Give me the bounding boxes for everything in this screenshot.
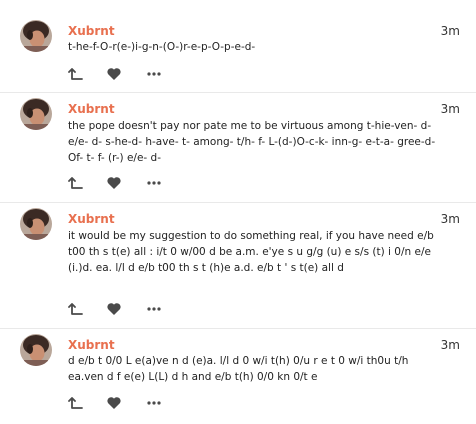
author-name[interactable]: Xubrnt — [68, 24, 115, 38]
timestamp[interactable]: 3m — [441, 212, 460, 226]
avatar[interactable] — [20, 20, 52, 52]
avatar[interactable] — [20, 98, 52, 130]
reply-icon[interactable] — [68, 66, 84, 82]
heart-icon[interactable] — [106, 301, 122, 317]
ellipsis-icon[interactable] — [146, 66, 162, 82]
timestamp[interactable]: 3m — [441, 338, 460, 352]
status-post[interactable]: Xubrnt 3m the pope doesn't pay nor pate … — [0, 92, 476, 198]
avatar[interactable] — [20, 334, 52, 366]
heart-icon[interactable] — [106, 66, 122, 82]
status-post[interactable]: Xubrnt 3m it would be my suggestion to d… — [0, 202, 476, 323]
ellipsis-icon[interactable] — [146, 395, 162, 411]
status-post[interactable]: Xubrnt 3m d e/b t 0/0 L e(a)ve n d (e)a.… — [0, 328, 476, 420]
author-name[interactable]: Xubrnt — [68, 338, 115, 352]
author-name[interactable]: Xubrnt — [68, 212, 115, 226]
status-feed: Xubrnt 3m t-he-f-O-r(e-)i-g-n-(O-)r-e-p-… — [0, 0, 476, 424]
reply-icon[interactable] — [68, 301, 84, 317]
status-text: it would be my suggestion to do somethin… — [68, 230, 434, 274]
timestamp[interactable]: 3m — [441, 102, 460, 116]
author-name[interactable]: Xubrnt — [68, 102, 115, 116]
reply-icon[interactable] — [68, 395, 84, 411]
timestamp[interactable]: 3m — [441, 24, 460, 38]
status-text: t-he-f-O-r(e-)i-g-n-(O-)r-e-p-O-p-e-d- — [68, 41, 256, 53]
status-text: d e/b t 0/0 L e(a)ve n d (e)a. l/l d 0 w… — [68, 355, 409, 383]
status-text: the pope doesn't pay nor pate me to be v… — [68, 120, 436, 164]
avatar[interactable] — [20, 208, 52, 240]
status-post[interactable]: Xubrnt 3m t-he-f-O-r(e-)i-g-n-(O-)r-e-p-… — [0, 20, 476, 90]
heart-icon[interactable] — [106, 395, 122, 411]
ellipsis-icon[interactable] — [146, 301, 162, 317]
heart-icon[interactable] — [106, 175, 122, 191]
ellipsis-icon[interactable] — [146, 175, 162, 191]
reply-icon[interactable] — [68, 175, 84, 191]
